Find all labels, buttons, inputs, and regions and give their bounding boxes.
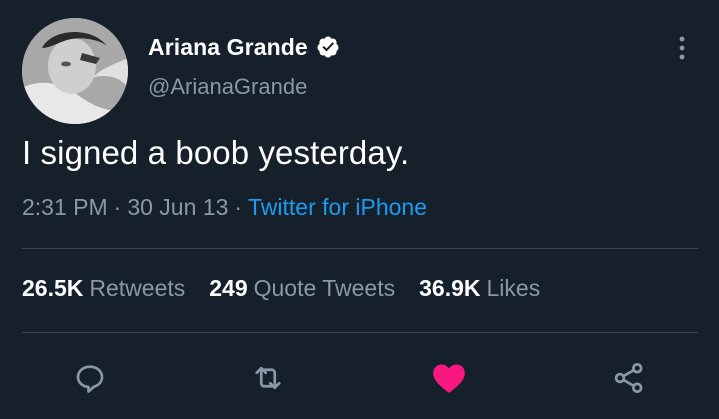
more-options-button[interactable]: [662, 30, 702, 66]
share-icon: [614, 363, 643, 393]
reply-icon: [76, 365, 104, 393]
tweet-source-link[interactable]: Twitter for iPhone: [248, 194, 427, 220]
meta-separator: ·: [113, 194, 122, 220]
divider: [22, 248, 698, 249]
tweet-text: I signed a boob yesterday.: [22, 134, 410, 171]
verified-badge-icon: [317, 36, 339, 58]
retweets-stat[interactable]: 26.5K Retweets: [22, 275, 185, 302]
tweet-stats: 26.5K Retweets 249 Quote Tweets 36.9K Likes: [22, 275, 564, 302]
tweet-meta: 2:31 PM · 30 Jun 13 · Twitter for iPhone: [22, 194, 427, 221]
meta-separator: ·: [234, 194, 243, 220]
divider: [22, 332, 698, 333]
retweet-icon: [255, 366, 281, 390]
tweet-time[interactable]: 2:31 PM: [22, 194, 108, 220]
retweet-button[interactable]: [246, 356, 290, 400]
quote-tweets-label: Quote Tweets: [253, 275, 396, 301]
tweet-actions: [0, 356, 719, 400]
share-button[interactable]: [607, 356, 651, 400]
retweets-label: Retweets: [89, 275, 186, 301]
more-vertical-icon: [679, 36, 685, 60]
reply-button[interactable]: [68, 356, 112, 400]
likes-stat[interactable]: 36.9K Likes: [419, 275, 540, 302]
user-handle[interactable]: @ArianaGrande: [148, 74, 307, 100]
heart-icon: [433, 364, 465, 393]
quote-tweets-count: 249: [209, 275, 248, 301]
likes-count: 36.9K: [419, 275, 481, 301]
quote-tweets-stat[interactable]: 249 Quote Tweets: [209, 275, 395, 302]
likes-label: Likes: [486, 275, 541, 301]
avatar-photo: [22, 18, 128, 124]
display-name[interactable]: Ariana Grande: [148, 34, 308, 61]
like-button[interactable]: [427, 356, 471, 400]
tweet-card: Ariana Grande @ArianaGrande I signed a b…: [0, 0, 719, 419]
author-name-row[interactable]: Ariana Grande: [148, 32, 340, 62]
tweet-date[interactable]: 30 Jun 13: [127, 194, 228, 220]
avatar[interactable]: [22, 18, 128, 124]
retweets-count: 26.5K: [22, 275, 84, 301]
